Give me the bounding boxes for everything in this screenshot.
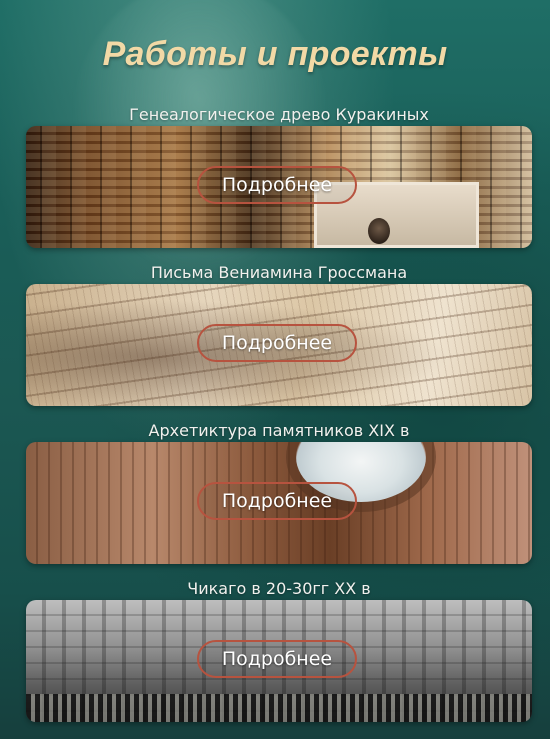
more-button[interactable]: Подробнее: [197, 324, 357, 362]
project-item-grossman-letters: Письма Вениамина Гроссмана Подробнее: [26, 262, 532, 406]
more-button[interactable]: Подробнее: [197, 482, 357, 520]
project-item-kurakin-genealogy: Генеалогическое древо Куракиных Подробне…: [26, 104, 532, 248]
project-item-architecture: Архетиктура памятников XIX в Подробнее: [26, 420, 532, 564]
project-title: Архетиктура памятников XIX в: [148, 421, 410, 440]
project-title: Чикаго в 20-30гг ХХ в: [187, 579, 371, 598]
project-card[interactable]: Подробнее: [26, 126, 532, 248]
project-card[interactable]: Подробнее: [26, 600, 532, 722]
more-button[interactable]: Подробнее: [197, 166, 357, 204]
street-crowd-image: [26, 694, 532, 722]
page-title: Работы и проекты: [102, 34, 448, 73]
more-button[interactable]: Подробнее: [197, 640, 357, 678]
project-item-chicago: Чикаго в 20-30гг ХХ в Подробнее: [26, 578, 532, 722]
project-title: Генеалогическое древо Куракиных: [129, 105, 429, 124]
project-title: Письма Вениамина Гроссмана: [150, 263, 408, 282]
project-card[interactable]: Подробнее: [26, 442, 532, 564]
portrait-face-image: [368, 218, 390, 244]
project-card[interactable]: Подробнее: [26, 284, 532, 406]
